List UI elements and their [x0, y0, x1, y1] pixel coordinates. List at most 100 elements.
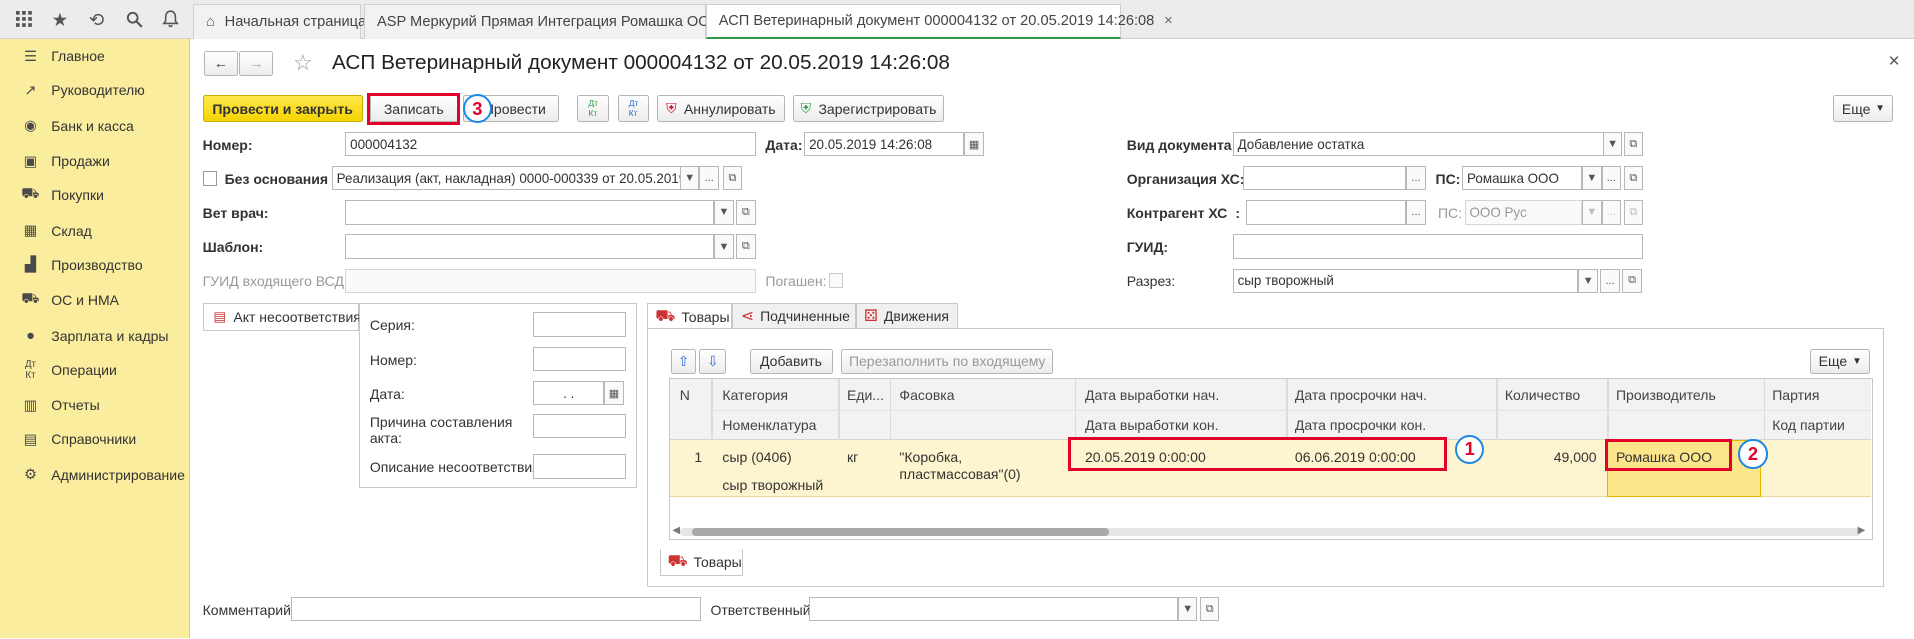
- act-calendar-icon[interactable]: ▦: [604, 380, 624, 406]
- sidebar-item-purchases[interactable]: ⛟ Покупки: [0, 178, 190, 212]
- sidebar-item-reports[interactable]: ▥ Отчеты: [0, 388, 190, 422]
- ps1-select-button[interactable]: ...: [1601, 166, 1622, 191]
- tab-goods[interactable]: ⛟ Товары: [646, 302, 733, 330]
- guid-field[interactable]: [1232, 234, 1644, 259]
- history-icon[interactable]: ⟲: [84, 7, 108, 31]
- col-header-maker[interactable]: Производитель: [1616, 387, 1716, 403]
- tab-act[interactable]: ▤ Акт несоответствия: [202, 302, 361, 330]
- guid-in-field[interactable]: [345, 268, 756, 293]
- sidebar-item-catalogs[interactable]: ▤ Справочники: [0, 422, 190, 456]
- search-icon[interactable]: [122, 7, 146, 31]
- date-field[interactable]: 20.05.2019 14:26:08: [804, 131, 965, 157]
- basis-dropdown-icon[interactable]: ▼: [679, 166, 700, 191]
- vet-open-icon[interactable]: ⧉: [736, 200, 756, 225]
- grid-more-button[interactable]: Еще ▼: [1810, 349, 1871, 374]
- template-open-icon[interactable]: ⧉: [736, 234, 756, 259]
- annul-button[interactable]: ⛨ Аннулировать: [656, 95, 785, 123]
- tab-vet-doc[interactable]: АСП Ветеринарный документ 000004132 от 2…: [705, 3, 1173, 40]
- col-header-pack[interactable]: Фасовка: [899, 387, 954, 403]
- sidebar-item-operations[interactable]: Дт Кт Операции: [0, 353, 190, 387]
- col-header-unit[interactable]: Еди...: [847, 387, 884, 403]
- basis-select-button[interactable]: ...: [699, 166, 719, 191]
- number-field[interactable]: 000004132: [345, 131, 756, 157]
- cut-field[interactable]: сыр творожный: [1232, 268, 1579, 293]
- template-dropdown-icon[interactable]: ▼: [714, 234, 734, 259]
- col-header-category[interactable]: Категория: [722, 387, 788, 403]
- sidebar-item-main[interactable]: ☰ Главное: [0, 39, 190, 73]
- tab-movements[interactable]: ⚄ Движения: [855, 302, 959, 330]
- ps2-open-icon[interactable]: ⧉: [1623, 200, 1644, 225]
- act-date-field[interactable]: . .: [533, 380, 605, 406]
- bell-icon[interactable]: [159, 7, 183, 31]
- contr-field[interactable]: [1246, 200, 1407, 225]
- tab-home[interactable]: ⌂ Начальная страница: [192, 3, 366, 40]
- cut-select-button[interactable]: ...: [1600, 268, 1620, 293]
- cut-open-icon[interactable]: ⧉: [1622, 268, 1642, 293]
- move-up-icon[interactable]: ⇧: [671, 349, 696, 374]
- basis-field[interactable]: Реализация (акт, накладная) 0000-000339 …: [332, 166, 682, 191]
- col-header-batch[interactable]: Партия: [1772, 387, 1819, 403]
- add-button[interactable]: Добавить: [749, 349, 833, 374]
- ps1-dropdown-icon[interactable]: ▼: [1582, 166, 1602, 191]
- col-header-batch-code[interactable]: Код партии: [1772, 417, 1845, 433]
- apps-grid-icon[interactable]: [12, 7, 36, 31]
- sidebar-item-assets[interactable]: ⛟ ОС и НМА: [0, 283, 190, 317]
- cut-dropdown-icon[interactable]: ▼: [1578, 268, 1598, 293]
- ps2-field[interactable]: ООО Рус: [1464, 200, 1582, 225]
- col-header-prod-start[interactable]: Дата выработки нач.: [1085, 387, 1219, 403]
- act-reason-field[interactable]: [533, 413, 627, 439]
- scroll-right-icon[interactable]: ▶: [1858, 525, 1866, 536]
- sidebar-item-salary[interactable]: ● Зарплата и кадры: [0, 319, 190, 353]
- comment-field[interactable]: [290, 596, 701, 622]
- doctype-open-icon[interactable]: ⧉: [1623, 131, 1644, 157]
- doctype-field[interactable]: Добавление остатка: [1232, 131, 1604, 157]
- tab-integration[interactable]: ASP Меркурий Прямая Интеграция Ромашка О…: [363, 3, 721, 40]
- ps1-field[interactable]: Ромашка ООО: [1462, 166, 1583, 191]
- vet-field[interactable]: [345, 200, 715, 225]
- bottom-tab-goods[interactable]: ⛟ Товары: [660, 549, 744, 577]
- dt-kt-report-icon[interactable]: Дт Кт: [577, 95, 610, 123]
- col-header-nomenclature[interactable]: Номенклатура: [722, 417, 816, 433]
- dt-kt-structure-icon[interactable]: Дт Кт: [617, 95, 650, 123]
- sidebar-item-warehouse[interactable]: ▦ Склад: [0, 214, 190, 248]
- sidebar-item-production[interactable]: ▟ Производство: [0, 248, 190, 282]
- sidebar-item-bank[interactable]: ◉ Банк и касса: [0, 109, 190, 143]
- responsible-open-icon[interactable]: ⧉: [1199, 596, 1220, 622]
- sidebar-item-manager[interactable]: ↗ Руководителю: [0, 73, 190, 107]
- post-and-close-button[interactable]: Провести и закрыть: [202, 95, 363, 123]
- doctype-dropdown-icon[interactable]: ▼: [1602, 131, 1623, 157]
- col-header-exp-start[interactable]: Дата просрочки нач.: [1295, 387, 1427, 403]
- col-header-prod-end[interactable]: Дата выработки кон.: [1085, 417, 1219, 433]
- org-select-button[interactable]: ...: [1406, 166, 1426, 191]
- close-tab-icon[interactable]: ×: [1164, 13, 1173, 29]
- col-header-qty[interactable]: Количество: [1505, 387, 1580, 403]
- sidebar-item-admin[interactable]: ⚙ Администрирование: [0, 458, 190, 492]
- favorite-star-icon[interactable]: ☆: [293, 50, 313, 76]
- scroll-left-icon[interactable]: ◀: [672, 525, 680, 536]
- act-desc-field[interactable]: [533, 454, 627, 479]
- col-header-n[interactable]: N: [680, 387, 690, 403]
- act-series-field[interactable]: [533, 312, 627, 337]
- refill-button[interactable]: Перезаполнить по входящему: [841, 349, 1054, 374]
- org-field[interactable]: [1242, 166, 1407, 191]
- move-down-icon[interactable]: ⇩: [699, 349, 727, 374]
- no-basis-checkbox[interactable]: [202, 170, 218, 186]
- calendar-icon[interactable]: ▦: [964, 131, 984, 157]
- contr-select-button[interactable]: ...: [1406, 200, 1426, 225]
- tab-subordinate[interactable]: ⋖ Подчиненные: [732, 302, 856, 330]
- forward-button[interactable]: →: [239, 51, 274, 76]
- vet-dropdown-icon[interactable]: ▼: [714, 200, 734, 225]
- register-button[interactable]: ⛨ Зарегистрировать: [793, 95, 944, 123]
- act-number-field[interactable]: [533, 346, 627, 372]
- template-field[interactable]: [345, 234, 715, 259]
- ps2-dropdown-icon[interactable]: ▼: [1582, 200, 1602, 225]
- star-icon[interactable]: ★: [48, 7, 72, 31]
- repaid-checkbox[interactable]: [828, 273, 844, 289]
- responsible-dropdown-icon[interactable]: ▼: [1177, 596, 1198, 622]
- ps1-open-icon[interactable]: ⧉: [1623, 166, 1644, 191]
- scrollbar-thumb[interactable]: [691, 528, 1110, 536]
- more-button[interactable]: Еще ▼: [1833, 95, 1894, 123]
- responsible-field[interactable]: [809, 596, 1178, 622]
- col-header-exp-end[interactable]: Дата просрочки кон.: [1295, 417, 1426, 433]
- close-form-icon[interactable]: ×: [1888, 50, 1899, 73]
